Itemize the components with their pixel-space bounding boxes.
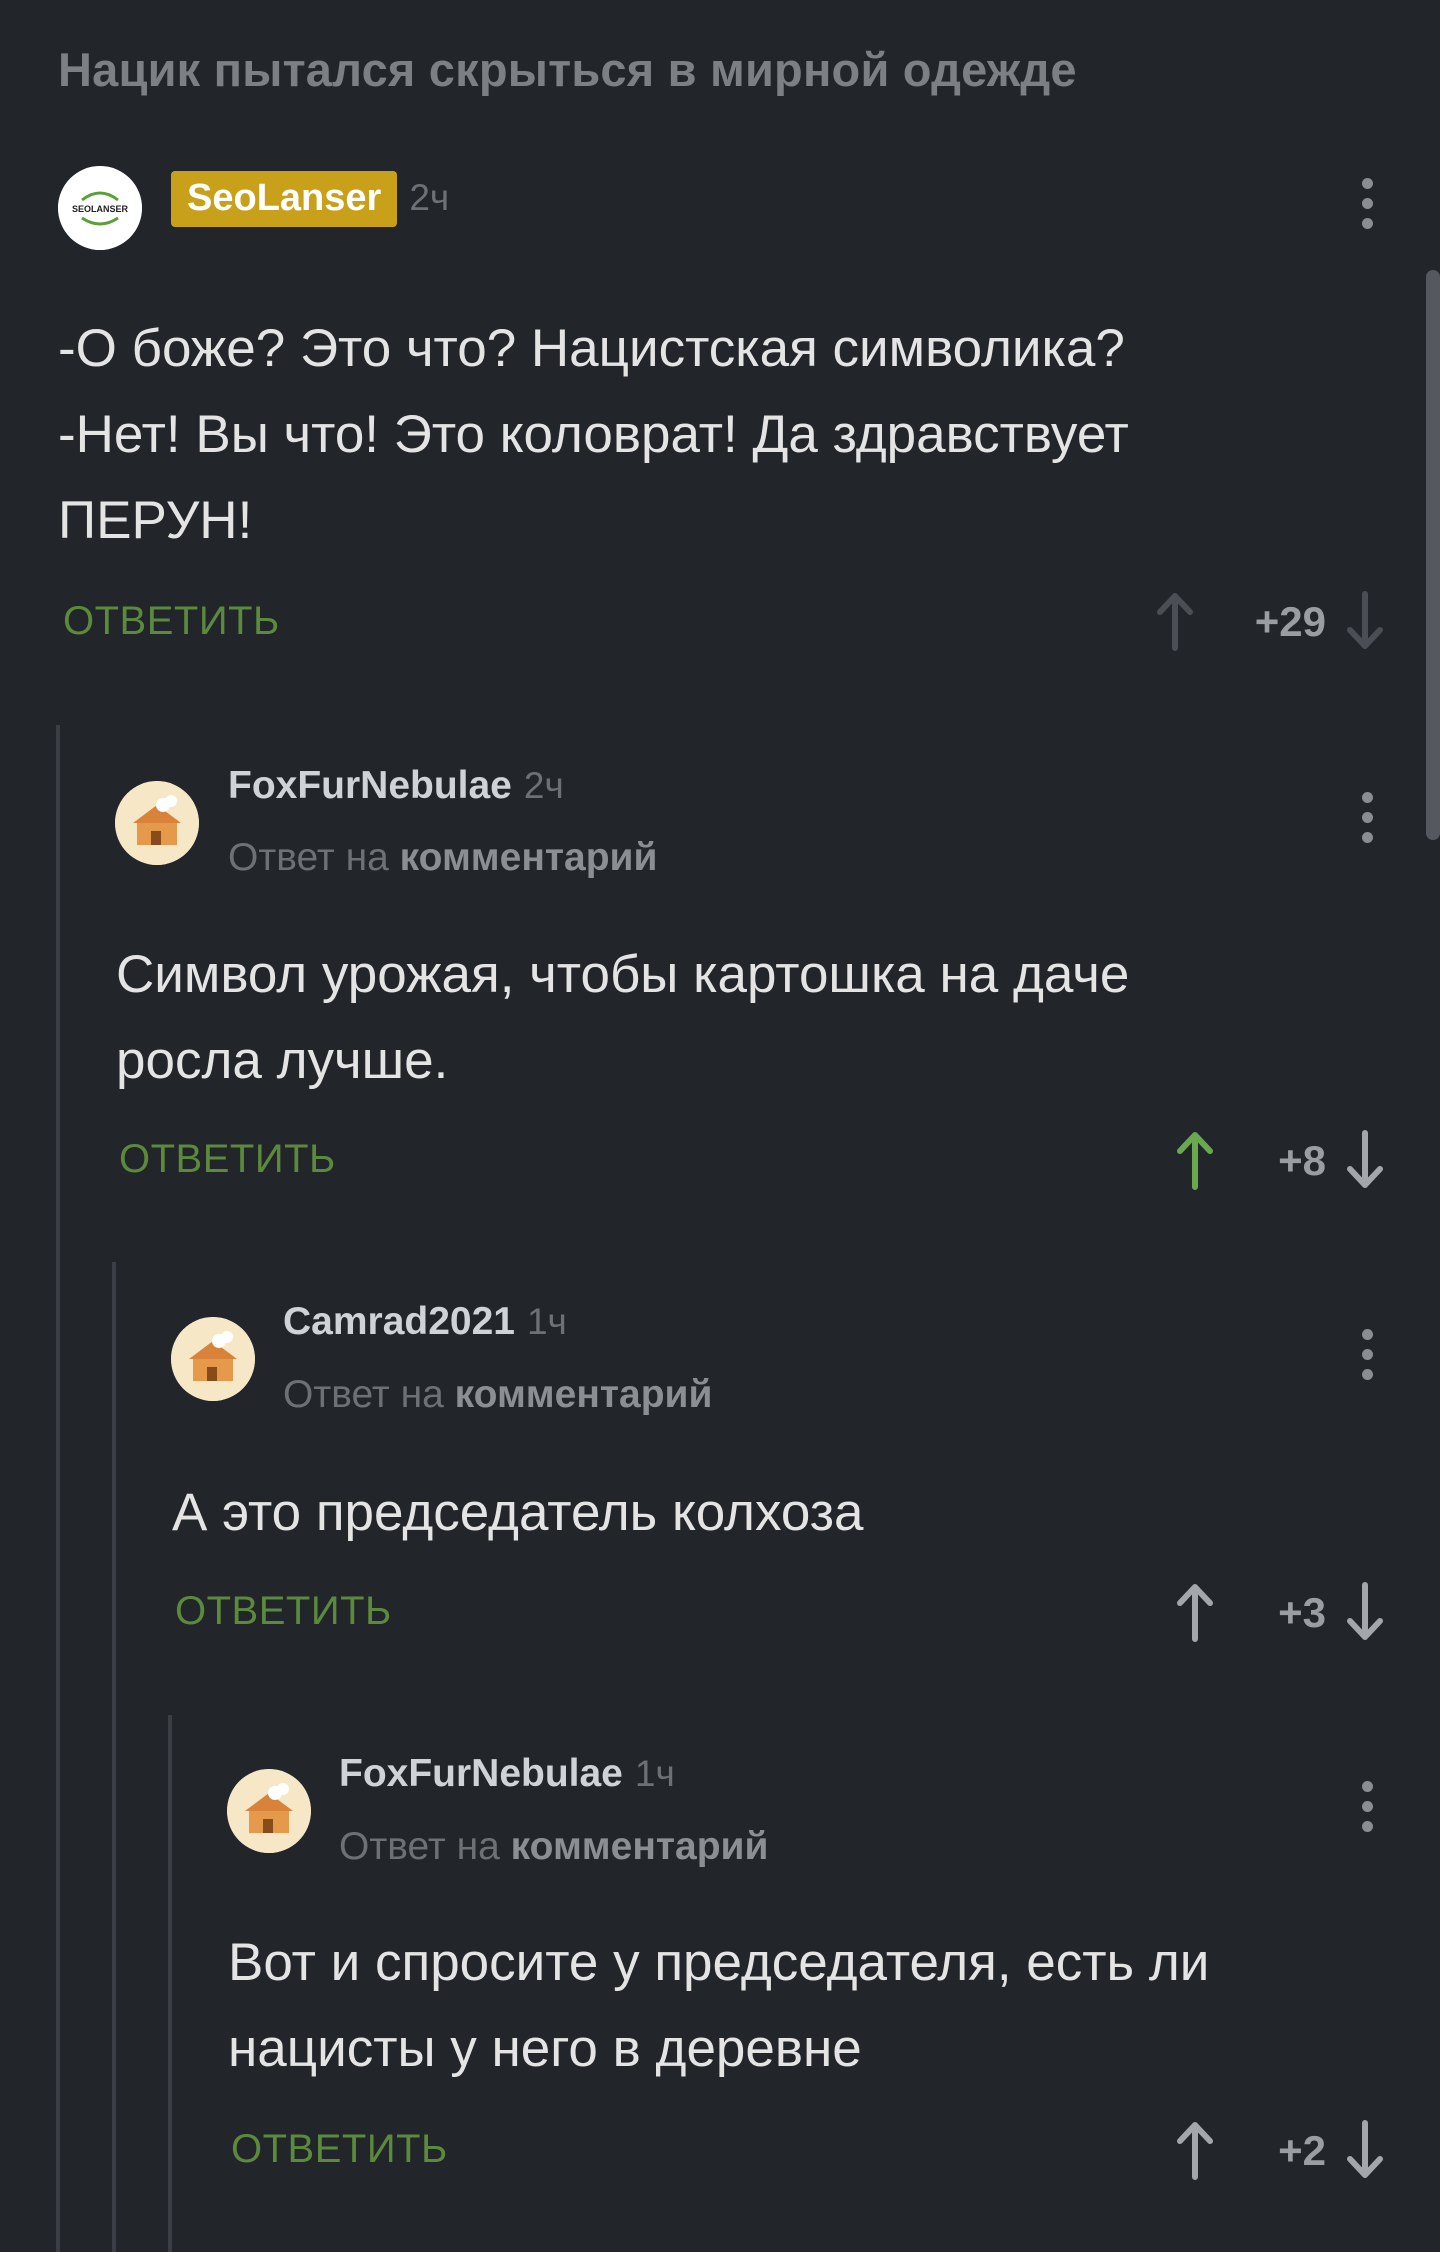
author-name[interactable]: FoxFurNebulae [228, 764, 512, 807]
reply-button[interactable]: ОТВЕТИТЬ [119, 1137, 336, 1182]
comment-text-line: ПЕРУН! [58, 491, 253, 550]
cottage-avatar-icon [171, 1317, 255, 1401]
comment-time: 1ч [634, 1753, 675, 1794]
cottage-avatar-icon [227, 1769, 311, 1853]
author-name[interactable]: FoxFurNebulae [339, 1752, 623, 1795]
reply-to-prefix: Ответ на [283, 1373, 455, 1416]
arrow-down-icon[interactable] [1340, 2115, 1390, 2185]
avatar[interactable] [227, 1769, 311, 1853]
vote-block: +29 [1140, 586, 1400, 656]
arrow-down-icon[interactable] [1340, 1577, 1390, 1647]
comment-menu-button[interactable] [1347, 788, 1387, 848]
reply-to-prefix: Ответ на [228, 836, 400, 879]
comment-menu-button[interactable] [1347, 1777, 1387, 1837]
svg-text:SEOLANSER: SEOLANSER [72, 204, 129, 214]
avatar[interactable] [171, 1317, 255, 1401]
reply-to-link[interactable]: комментарий [511, 1825, 769, 1868]
post-title: Нацик пытался скрыться в мирной одежде [58, 43, 1077, 96]
comment-text-line: нацисты у него в деревне [228, 2019, 862, 2078]
arrow-down-icon[interactable] [1340, 586, 1390, 656]
reply-button[interactable]: ОТВЕТИТЬ [231, 2127, 448, 2172]
more-vertical-icon [1362, 178, 1373, 189]
comment-time: 2ч [409, 177, 450, 218]
thread-line-level-2 [112, 1262, 116, 2252]
arrow-down-icon[interactable] [1340, 1125, 1390, 1195]
reply-to-line: Ответ на комментарий [228, 836, 657, 880]
more-vertical-icon [1362, 1329, 1373, 1340]
comment-time: 1ч [526, 1301, 567, 1342]
reply-button[interactable]: ОТВЕТИТЬ [175, 1589, 392, 1634]
comment-text-line: Символ урожая, чтобы картошка на даче [116, 945, 1130, 1004]
vote-block: +2 [1140, 2115, 1400, 2185]
comment-menu-button[interactable] [1347, 174, 1387, 234]
avatar[interactable]: SEOLANSER [58, 166, 142, 250]
more-vertical-icon [1362, 792, 1373, 803]
reply-to-line: Ответ на комментарий [283, 1373, 712, 1417]
comment-author-line: FoxFurNebulae 2ч [228, 764, 564, 808]
author-name[interactable]: Camrad2021 [283, 1300, 515, 1343]
comment-score: +8 [1278, 1137, 1326, 1184]
comment-score: +29 [1254, 598, 1326, 645]
avatar[interactable] [115, 781, 199, 865]
reply-to-line: Ответ на комментарий [339, 1825, 768, 1869]
comment-text-line: Вот и спросите у председателя, есть ли [228, 1933, 1210, 1992]
comment-text: А это председатель колхоза [172, 1470, 864, 1556]
arrow-up-icon[interactable] [1170, 1125, 1220, 1195]
author-badge[interactable]: SeoLanser [171, 171, 398, 227]
thread-line-level-1 [56, 725, 60, 2252]
comment-author-line: SeoLanser 2ч [171, 171, 450, 227]
comment-author-line: FoxFurNebulae 1ч [339, 1752, 675, 1796]
comment-text-line: А это председатель колхоза [172, 1483, 864, 1542]
comment-time: 2ч [523, 765, 564, 806]
comment-text: Вот и спросите у председателя, есть ли н… [228, 1920, 1209, 2092]
thread-line-level-3 [168, 1715, 172, 2252]
comment-author-line: Camrad2021 1ч [283, 1300, 567, 1344]
arrow-up-icon[interactable] [1170, 2115, 1220, 2185]
reply-to-prefix: Ответ на [339, 1825, 511, 1868]
comment-text-line: росла лучше. [116, 1031, 449, 1090]
reply-to-link[interactable]: комментарий [400, 836, 658, 879]
vote-block: +3 [1140, 1577, 1400, 1647]
comment-score: +3 [1278, 1589, 1326, 1636]
arrow-up-icon[interactable] [1150, 586, 1200, 656]
comment-text-line: -О боже? Это что? Нацистская символика? [58, 319, 1125, 378]
comment-menu-button[interactable] [1347, 1325, 1387, 1385]
vote-block: +8 [1140, 1125, 1400, 1195]
comment-score: +2 [1278, 2127, 1326, 2174]
comment-text: Символ урожая, чтобы картошка на даче ро… [116, 932, 1129, 1104]
comment-text-line: -Нет! Вы что! Это коловрат! Да здравству… [58, 405, 1129, 464]
more-vertical-icon [1362, 1781, 1373, 1792]
comment-text: -О боже? Это что? Нацистская символика? … [58, 306, 1129, 564]
cottage-avatar-icon [115, 781, 199, 865]
reply-button[interactable]: ОТВЕТИТЬ [63, 599, 280, 644]
seolanser-logo-icon: SEOLANSER [58, 166, 142, 250]
scrollbar[interactable] [1426, 270, 1440, 840]
arrow-up-icon[interactable] [1170, 1577, 1220, 1647]
reply-to-link[interactable]: комментарий [455, 1373, 713, 1416]
